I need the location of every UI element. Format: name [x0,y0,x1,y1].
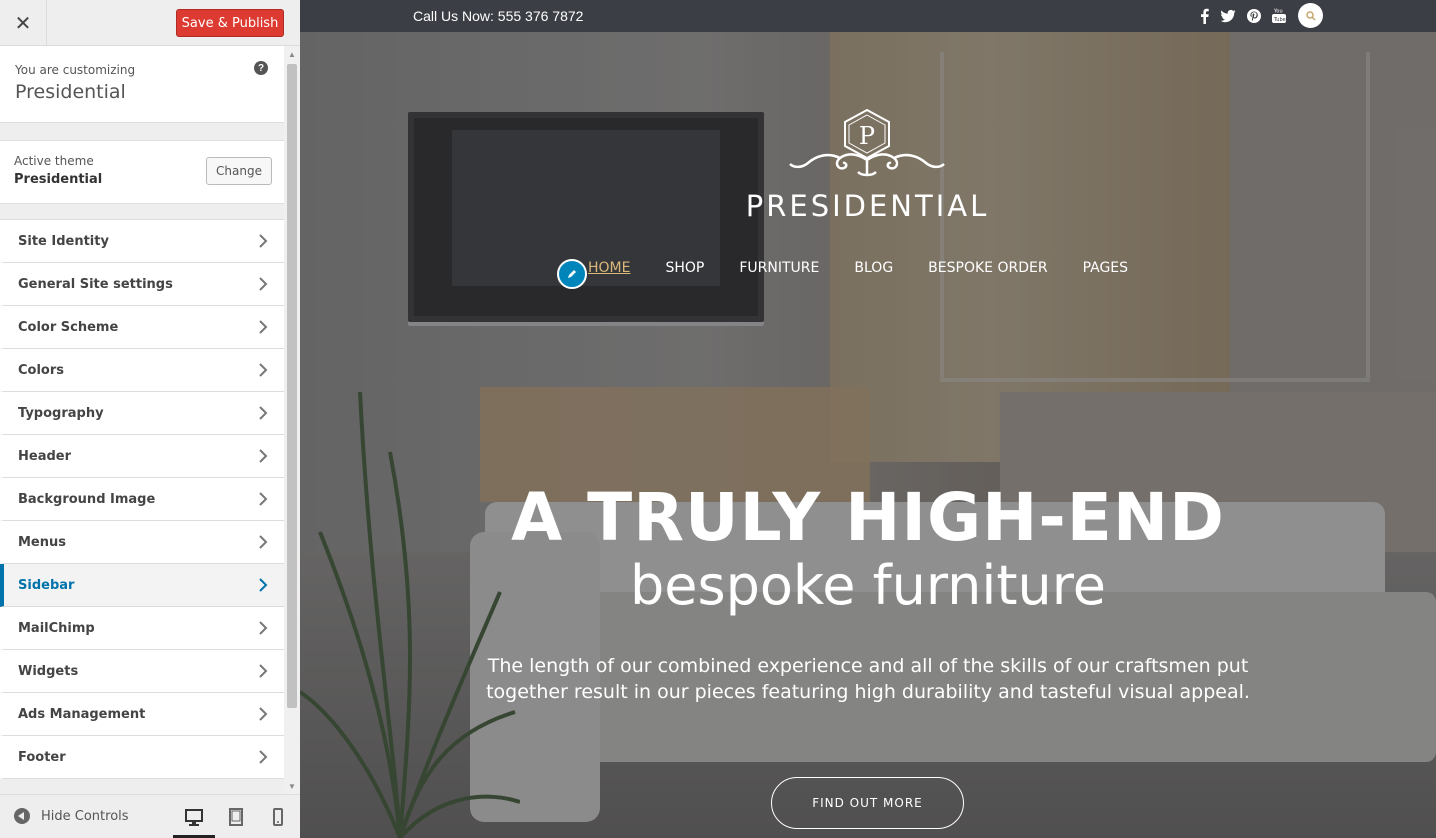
hero-headline: A TRULY HIGH-END [511,479,1225,556]
chevron-right-icon [259,320,268,334]
section-sidebar[interactable]: Sidebar [0,564,284,607]
call-us-text: Call Us Now: 555 376 7872 [413,8,584,24]
section-general-site-settings[interactable]: General Site settings [0,263,284,306]
chevron-right-icon [259,492,268,506]
customizer-scroll-area: You are customizing Presidential ? Activ… [0,46,284,794]
section-label: Sidebar [18,577,75,593]
chevron-right-icon [259,363,268,377]
section-mailchimp[interactable]: MailChimp [0,607,284,650]
section-widgets[interactable]: Widgets [0,650,284,693]
save-publish-button[interactable]: Save & Publish [176,9,284,37]
youtube-icon[interactable]: You Tube [1271,8,1287,24]
section-label: General Site settings [18,276,173,292]
nav-item-bespoke-order[interactable]: BESPOKE ORDER [928,260,1047,278]
section-list: Site Identity General Site settings Color … [0,219,284,779]
chevron-right-icon [259,578,268,592]
main-navigation: HOME SHOP FURNITURE BLOG BESPOKE ORDER PAGES [588,260,1163,278]
presidential-logo: P [789,108,945,177]
scroll-down-icon[interactable]: ▼ [284,778,300,794]
section-label: Typography [18,405,104,421]
section-label: Footer [18,749,66,765]
section-header[interactable]: Header [0,435,284,478]
scrollbar-thumb[interactable] [287,64,297,708]
section-label: Ads Management [18,706,146,722]
site-brand-name: PRESIDENTIAL [745,189,990,223]
section-label: Colors [18,362,65,378]
section-background-image[interactable]: Background Image [0,478,284,521]
section-label: MailChimp [18,620,95,636]
chevron-right-icon [259,621,268,635]
edit-shortcut-pencil-icon[interactable] [557,259,587,289]
nav-item-pages[interactable]: PAGES [1083,260,1128,278]
nav-item-furniture[interactable]: FURNITURE [739,260,819,278]
hero-description: The length of our combined experience an… [486,655,1250,703]
section-label: Site Identity [18,233,109,249]
scroll-up-icon[interactable]: ▲ [284,46,300,62]
customizer-panel: ✕ Save & Publish You are customizing Pre… [0,0,300,838]
find-out-more-button[interactable]: FIND OUT MORE [771,777,964,829]
section-ads-management[interactable]: Ads Management [0,693,284,736]
change-theme-button[interactable]: Change [206,157,272,185]
section-footer[interactable]: Footer [0,736,284,779]
svg-text:You: You [1273,9,1283,15]
chevron-right-icon [259,750,268,764]
section-menus[interactable]: Menus [0,521,284,564]
nav-item-blog[interactable]: BLOG [854,260,893,278]
help-icon[interactable]: ? [254,61,268,75]
twitter-icon[interactable] [1220,8,1236,24]
customizing-label: You are customizing [15,63,136,77]
facebook-icon[interactable] [1197,8,1213,24]
customizing-info: You are customizing Presidential ? [0,46,284,123]
scrollbar[interactable]: ▲ ▼ [284,46,300,794]
chevron-right-icon [259,535,268,549]
desktop-icon[interactable] [182,805,206,829]
section-label: Background Image [18,491,156,507]
chevron-right-icon [259,406,268,420]
chevron-right-icon [259,449,268,463]
section-colors[interactable]: Colors [0,349,284,392]
chevron-right-icon [259,707,268,721]
section-color-scheme[interactable]: Color Scheme [0,306,284,349]
pinterest-icon[interactable] [1246,8,1262,24]
hide-controls-label: Hide Controls [41,808,129,824]
section-label: Widgets [18,663,79,679]
customizer-header: ✕ Save & Publish [0,0,300,46]
mobile-icon[interactable] [266,805,290,829]
chevron-right-icon [259,664,268,678]
section-label: Menus [18,534,67,550]
customizer-footer: Hide Controls [0,794,300,838]
svg-text:P: P [859,122,875,150]
section-label: Color Scheme [18,319,119,335]
section-label: Header [18,448,72,464]
close-icon[interactable]: ✕ [0,0,47,46]
chevron-right-icon [259,234,268,248]
chevron-right-icon [259,277,268,291]
nav-item-home[interactable]: HOME [588,260,630,278]
section-site-identity[interactable]: Site Identity [0,220,284,263]
hide-controls-button[interactable]: Hide Controls [14,808,129,824]
site-title: Presidential [15,81,126,103]
site-topbar: Call Us Now: 555 376 7872 You Tube [300,0,1436,32]
hero-subheadline: bespoke furniture [629,554,1107,617]
site-preview: Call Us Now: 555 376 7872 You Tube P PRE… [300,0,1436,838]
svg-text:Tube: Tube [1273,17,1286,23]
nav-item-shop[interactable]: SHOP [665,260,704,278]
section-typography[interactable]: Typography [0,392,284,435]
tablet-icon[interactable] [224,805,248,829]
active-theme-panel: Active theme Presidential Change [0,140,284,204]
hero-section: P PRESIDENTIAL HOME SHOP FURNITURE BLOG BESP… [300,32,1436,838]
collapse-icon [14,808,30,824]
search-button[interactable] [1298,3,1323,28]
search-icon [1305,10,1316,21]
